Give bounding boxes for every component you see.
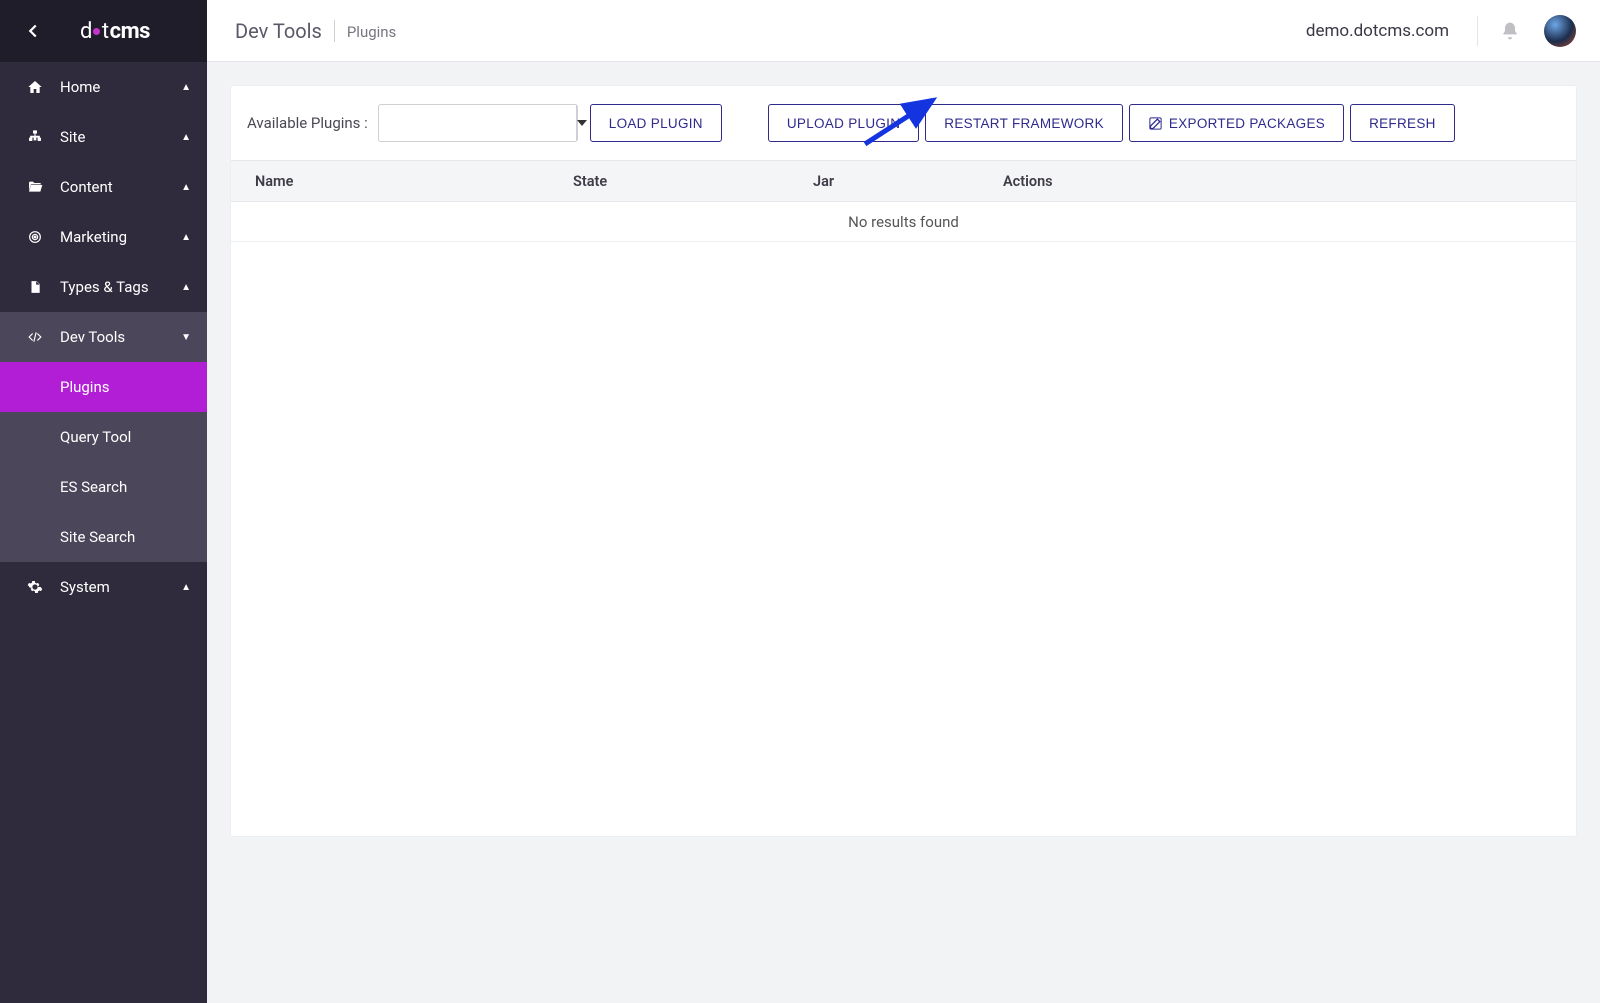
sidebar-item-label: Home [60, 78, 181, 96]
bell-icon [1500, 21, 1520, 41]
main-area: Dev Tools Plugins demo.dotcms.com Availa… [207, 0, 1600, 1003]
breadcrumb-page: Plugins [347, 23, 396, 41]
subnav-item-es-search[interactable]: ES Search [0, 462, 207, 512]
column-header-actions[interactable]: Actions [1003, 173, 1552, 190]
button-label: LOAD PLUGIN [609, 116, 703, 131]
available-plugins-combo[interactable] [378, 104, 578, 142]
breadcrumb-section: Dev Tools [235, 19, 322, 43]
sidebar-item-types-tags[interactable]: Types & Tags ▲ [0, 262, 207, 312]
topbar-divider [1477, 16, 1478, 46]
avatar[interactable] [1544, 15, 1576, 47]
plugins-panel: Available Plugins : LOAD PLUGIN UPLOAD P… [231, 86, 1576, 836]
empty-message: No results found [848, 213, 959, 231]
sidebar-item-dev-tools[interactable]: Dev Tools ▼ [0, 312, 207, 362]
subnav-item-plugins[interactable]: Plugins [0, 362, 207, 412]
toolbar: Available Plugins : LOAD PLUGIN UPLOAD P… [231, 86, 1576, 160]
sidebar-item-marketing[interactable]: Marketing ▲ [0, 212, 207, 262]
logo: dtcms [80, 19, 150, 44]
topbar: Dev Tools Plugins demo.dotcms.com [207, 0, 1600, 62]
plugins-table-header: Name State Jar Actions [231, 160, 1576, 202]
sidebar-item-home[interactable]: Home ▲ [0, 62, 207, 112]
sidebar: dtcms Home ▲ Site ▲ [0, 0, 207, 1003]
sidebar-item-label: Site [60, 128, 181, 146]
subnav-item-label: Query Tool [60, 428, 131, 446]
document-icon [24, 279, 46, 295]
sidebar-item-content[interactable]: Content ▲ [0, 162, 207, 212]
chevron-down-icon: ▼ [181, 332, 191, 343]
sidebar-item-label: System [60, 578, 181, 596]
column-header-state[interactable]: State [573, 173, 813, 190]
combo-dropdown-button[interactable] [576, 105, 587, 141]
available-plugins-input[interactable] [379, 105, 576, 141]
site-domain[interactable]: demo.dotcms.com [1306, 21, 1449, 41]
subnav-item-label: Site Search [60, 528, 135, 546]
content-wrap: Available Plugins : LOAD PLUGIN UPLOAD P… [207, 62, 1600, 1003]
button-label: EXPORTED PACKAGES [1169, 116, 1325, 131]
chevron-up-icon: ▲ [181, 282, 191, 293]
subnav-item-query-tool[interactable]: Query Tool [0, 412, 207, 462]
button-label: UPLOAD PLUGIN [787, 116, 900, 131]
column-header-name[interactable]: Name [255, 173, 573, 190]
load-plugin-button[interactable]: LOAD PLUGIN [590, 104, 722, 142]
breadcrumb-separator [334, 20, 335, 42]
primary-nav: Home ▲ Site ▲ Content ▲ [0, 62, 207, 612]
chevron-up-icon: ▲ [181, 82, 191, 93]
chevron-up-icon: ▲ [181, 232, 191, 243]
logo-text-t: t [102, 19, 110, 44]
code-icon [24, 330, 46, 344]
subnav-item-label: ES Search [60, 478, 127, 496]
refresh-button[interactable]: REFRESH [1350, 104, 1455, 142]
edit-icon [1148, 116, 1163, 131]
restart-framework-button[interactable]: RESTART FRAMEWORK [925, 104, 1123, 142]
subnav-item-label: Plugins [60, 378, 109, 396]
button-label: REFRESH [1369, 116, 1436, 131]
sidebar-item-label: Dev Tools [60, 328, 181, 346]
arrow-left-icon [22, 20, 44, 42]
sidebar-header: dtcms [0, 0, 207, 62]
sidebar-item-site[interactable]: Site ▲ [0, 112, 207, 162]
chevron-up-icon: ▲ [181, 132, 191, 143]
logo-text-cms: cms [110, 19, 150, 44]
sidebar-item-label: Marketing [60, 228, 181, 246]
sidebar-item-system[interactable]: System ▲ [0, 562, 207, 612]
sidebar-item-label: Content [60, 178, 181, 196]
logo-text-d: d [80, 19, 93, 44]
chevron-up-icon: ▲ [181, 182, 191, 193]
folder-open-icon [24, 179, 46, 195]
subnav-item-site-search[interactable]: Site Search [0, 512, 207, 562]
gear-icon [24, 579, 46, 595]
column-header-jar[interactable]: Jar [813, 173, 1003, 190]
sidebar-item-label: Types & Tags [60, 278, 181, 296]
available-plugins-label: Available Plugins : [247, 114, 368, 132]
breadcrumb: Dev Tools Plugins [235, 19, 396, 43]
home-icon [24, 79, 46, 95]
caret-down-icon [577, 120, 587, 126]
dev-tools-subnav: Plugins Query Tool ES Search Site Search [0, 362, 207, 562]
logo-dot-icon [93, 28, 100, 35]
chevron-up-icon: ▲ [181, 582, 191, 593]
table-empty-row: No results found [231, 202, 1576, 242]
exported-packages-button[interactable]: EXPORTED PACKAGES [1129, 104, 1344, 142]
button-label: RESTART FRAMEWORK [944, 116, 1104, 131]
sitemap-icon [24, 129, 46, 145]
target-icon [24, 229, 46, 245]
notifications-button[interactable] [1500, 21, 1520, 41]
upload-plugin-button[interactable]: UPLOAD PLUGIN [768, 104, 919, 142]
back-button[interactable] [22, 20, 44, 42]
